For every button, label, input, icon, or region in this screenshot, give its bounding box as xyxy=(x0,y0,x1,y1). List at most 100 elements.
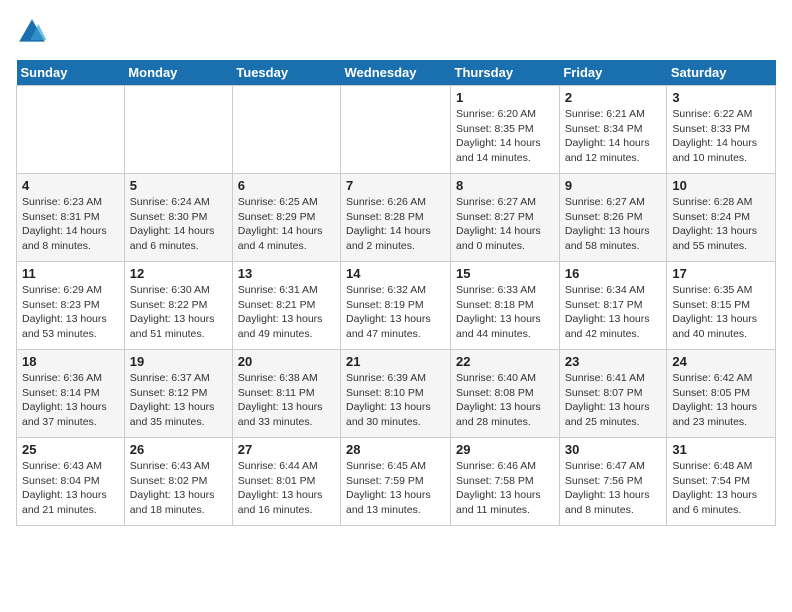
day-number: 29 xyxy=(456,442,554,457)
day-detail: Sunrise: 6:25 AM Sunset: 8:29 PM Dayligh… xyxy=(238,195,335,254)
calendar-cell: 26 Sunrise: 6:43 AM Sunset: 8:02 PM Dayli… xyxy=(124,438,232,526)
day-number: 20 xyxy=(238,354,335,369)
day-number: 10 xyxy=(672,178,770,193)
calendar-cell: 6 Sunrise: 6:25 AM Sunset: 8:29 PM Daylig… xyxy=(232,174,340,262)
calendar-table: SundayMondayTuesdayWednesdayThursdayFrid… xyxy=(16,60,776,526)
calendar-cell: 14 Sunrise: 6:32 AM Sunset: 8:19 PM Dayli… xyxy=(341,262,451,350)
weekday-header-monday: Monday xyxy=(124,60,232,86)
logo xyxy=(16,16,52,48)
calendar-cell: 4 Sunrise: 6:23 AM Sunset: 8:31 PM Daylig… xyxy=(17,174,125,262)
calendar-cell: 19 Sunrise: 6:37 AM Sunset: 8:12 PM Dayli… xyxy=(124,350,232,438)
day-detail: Sunrise: 6:38 AM Sunset: 8:11 PM Dayligh… xyxy=(238,371,335,430)
day-detail: Sunrise: 6:32 AM Sunset: 8:19 PM Dayligh… xyxy=(346,283,445,342)
day-number: 5 xyxy=(130,178,227,193)
logo-icon xyxy=(16,16,48,48)
weekday-header-friday: Friday xyxy=(559,60,667,86)
day-number: 27 xyxy=(238,442,335,457)
calendar-cell xyxy=(124,86,232,174)
day-number: 28 xyxy=(346,442,445,457)
weekday-header-row: SundayMondayTuesdayWednesdayThursdayFrid… xyxy=(17,60,776,86)
day-number: 13 xyxy=(238,266,335,281)
calendar-cell: 18 Sunrise: 6:36 AM Sunset: 8:14 PM Dayli… xyxy=(17,350,125,438)
calendar-cell: 28Sunrise: 6:45 AM Sunset: 7:59 PM Dayli… xyxy=(341,438,451,526)
day-number: 25 xyxy=(22,442,119,457)
day-detail: Sunrise: 6:24 AM Sunset: 8:30 PM Dayligh… xyxy=(130,195,227,254)
calendar-cell: 23 Sunrise: 6:41 AM Sunset: 8:07 PM Dayli… xyxy=(559,350,667,438)
day-number: 6 xyxy=(238,178,335,193)
calendar-cell: 15Sunrise: 6:33 AM Sunset: 8:18 PM Dayli… xyxy=(451,262,560,350)
day-detail: Sunrise: 6:48 AM Sunset: 7:54 PM Dayligh… xyxy=(672,459,770,518)
day-number: 21 xyxy=(346,354,445,369)
day-number: 1 xyxy=(456,90,554,105)
calendar-cell: 16 Sunrise: 6:34 AM Sunset: 8:17 PM Dayli… xyxy=(559,262,667,350)
day-number: 17 xyxy=(672,266,770,281)
day-number: 18 xyxy=(22,354,119,369)
day-number: 31 xyxy=(672,442,770,457)
calendar-cell: 12Sunrise: 6:30 AM Sunset: 8:22 PM Dayli… xyxy=(124,262,232,350)
day-number: 16 xyxy=(565,266,662,281)
day-detail: Sunrise: 6:27 AM Sunset: 8:26 PM Dayligh… xyxy=(565,195,662,254)
day-detail: Sunrise: 6:42 AM Sunset: 8:05 PM Dayligh… xyxy=(672,371,770,430)
calendar-cell: 10 Sunrise: 6:28 AM Sunset: 8:24 PM Dayli… xyxy=(667,174,776,262)
weekday-header-tuesday: Tuesday xyxy=(232,60,340,86)
day-detail: Sunrise: 6:20 AM Sunset: 8:35 PM Dayligh… xyxy=(456,107,554,166)
calendar-cell: 11 Sunrise: 6:29 AM Sunset: 8:23 PM Dayli… xyxy=(17,262,125,350)
calendar-cell xyxy=(17,86,125,174)
day-detail: Sunrise: 6:43 AM Sunset: 8:02 PM Dayligh… xyxy=(130,459,227,518)
day-detail: Sunrise: 6:23 AM Sunset: 8:31 PM Dayligh… xyxy=(22,195,119,254)
day-detail: Sunrise: 6:31 AM Sunset: 8:21 PM Dayligh… xyxy=(238,283,335,342)
day-number: 23 xyxy=(565,354,662,369)
day-detail: Sunrise: 6:44 AM Sunset: 8:01 PM Dayligh… xyxy=(238,459,335,518)
calendar-week-row: 4 Sunrise: 6:23 AM Sunset: 8:31 PM Daylig… xyxy=(17,174,776,262)
day-detail: Sunrise: 6:34 AM Sunset: 8:17 PM Dayligh… xyxy=(565,283,662,342)
calendar-week-row: 25 Sunrise: 6:43 AM Sunset: 8:04 PM Dayli… xyxy=(17,438,776,526)
calendar-cell: 8 Sunrise: 6:27 AM Sunset: 8:27 PM Daylig… xyxy=(451,174,560,262)
weekday-header-saturday: Saturday xyxy=(667,60,776,86)
calendar-cell: 9 Sunrise: 6:27 AM Sunset: 8:26 PM Daylig… xyxy=(559,174,667,262)
day-detail: Sunrise: 6:43 AM Sunset: 8:04 PM Dayligh… xyxy=(22,459,119,518)
day-number: 30 xyxy=(565,442,662,457)
page-header xyxy=(16,16,776,48)
weekday-header-sunday: Sunday xyxy=(17,60,125,86)
day-number: 26 xyxy=(130,442,227,457)
day-number: 2 xyxy=(565,90,662,105)
day-number: 9 xyxy=(565,178,662,193)
day-detail: Sunrise: 6:26 AM Sunset: 8:28 PM Dayligh… xyxy=(346,195,445,254)
day-detail: Sunrise: 6:30 AM Sunset: 8:22 PM Dayligh… xyxy=(130,283,227,342)
day-detail: Sunrise: 6:37 AM Sunset: 8:12 PM Dayligh… xyxy=(130,371,227,430)
calendar-cell: 5 Sunrise: 6:24 AM Sunset: 8:30 PM Daylig… xyxy=(124,174,232,262)
calendar-cell: 30 Sunrise: 6:47 AM Sunset: 7:56 PM Dayli… xyxy=(559,438,667,526)
day-detail: Sunrise: 6:47 AM Sunset: 7:56 PM Dayligh… xyxy=(565,459,662,518)
day-number: 4 xyxy=(22,178,119,193)
day-number: 19 xyxy=(130,354,227,369)
calendar-cell: 24 Sunrise: 6:42 AM Sunset: 8:05 PM Dayli… xyxy=(667,350,776,438)
calendar-cell: 20 Sunrise: 6:38 AM Sunset: 8:11 PM Dayli… xyxy=(232,350,340,438)
calendar-cell: 27 Sunrise: 6:44 AM Sunset: 8:01 PM Dayli… xyxy=(232,438,340,526)
calendar-cell: 13 Sunrise: 6:31 AM Sunset: 8:21 PM Dayli… xyxy=(232,262,340,350)
day-detail: Sunrise: 6:29 AM Sunset: 8:23 PM Dayligh… xyxy=(22,283,119,342)
calendar-cell: 2 Sunrise: 6:21 AM Sunset: 8:34 PM Daylig… xyxy=(559,86,667,174)
calendar-cell: 22Sunrise: 6:40 AM Sunset: 8:08 PM Dayli… xyxy=(451,350,560,438)
day-detail: Sunrise: 6:41 AM Sunset: 8:07 PM Dayligh… xyxy=(565,371,662,430)
day-detail: Sunrise: 6:27 AM Sunset: 8:27 PM Dayligh… xyxy=(456,195,554,254)
calendar-cell: 3Sunrise: 6:22 AM Sunset: 8:33 PM Daylig… xyxy=(667,86,776,174)
day-detail: Sunrise: 6:40 AM Sunset: 8:08 PM Dayligh… xyxy=(456,371,554,430)
calendar-week-row: 1 Sunrise: 6:20 AM Sunset: 8:35 PM Daylig… xyxy=(17,86,776,174)
day-detail: Sunrise: 6:28 AM Sunset: 8:24 PM Dayligh… xyxy=(672,195,770,254)
day-number: 15 xyxy=(456,266,554,281)
day-detail: Sunrise: 6:46 AM Sunset: 7:58 PM Dayligh… xyxy=(456,459,554,518)
day-number: 7 xyxy=(346,178,445,193)
calendar-cell xyxy=(232,86,340,174)
day-detail: Sunrise: 6:35 AM Sunset: 8:15 PM Dayligh… xyxy=(672,283,770,342)
day-number: 11 xyxy=(22,266,119,281)
day-detail: Sunrise: 6:21 AM Sunset: 8:34 PM Dayligh… xyxy=(565,107,662,166)
day-number: 8 xyxy=(456,178,554,193)
calendar-cell: 29 Sunrise: 6:46 AM Sunset: 7:58 PM Dayli… xyxy=(451,438,560,526)
day-number: 24 xyxy=(672,354,770,369)
calendar-cell: 17 Sunrise: 6:35 AM Sunset: 8:15 PM Dayli… xyxy=(667,262,776,350)
day-number: 14 xyxy=(346,266,445,281)
day-number: 3 xyxy=(672,90,770,105)
day-detail: Sunrise: 6:36 AM Sunset: 8:14 PM Dayligh… xyxy=(22,371,119,430)
calendar-cell: 7 Sunrise: 6:26 AM Sunset: 8:28 PM Daylig… xyxy=(341,174,451,262)
day-detail: Sunrise: 6:39 AM Sunset: 8:10 PM Dayligh… xyxy=(346,371,445,430)
